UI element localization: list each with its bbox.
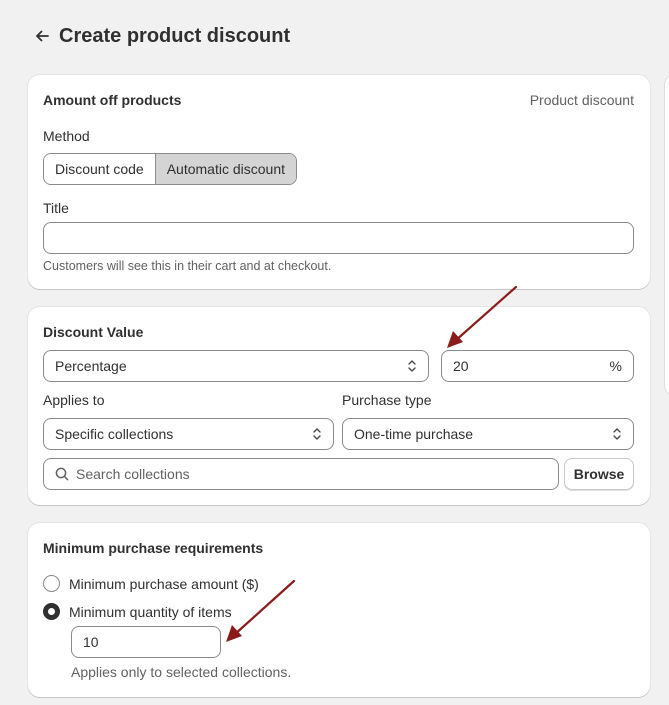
purchase-type-label: Purchase type bbox=[342, 392, 432, 408]
method-label: Method bbox=[43, 128, 90, 144]
title-help-text: Customers will see this in their cart an… bbox=[43, 259, 332, 273]
title-label: Title bbox=[43, 200, 69, 216]
browse-button[interactable]: Browse bbox=[564, 458, 634, 490]
value-type-select[interactable]: Percentage bbox=[43, 350, 429, 382]
discount-code-button[interactable]: Discount code bbox=[44, 154, 155, 184]
select-chevrons-icon bbox=[408, 360, 416, 372]
min-amount-option[interactable]: Minimum purchase amount ($) bbox=[43, 575, 259, 592]
value-type-value: Percentage bbox=[55, 358, 127, 374]
amount-off-products-card: Amount off products Product discount Met… bbox=[28, 75, 650, 289]
card-title: Amount off products bbox=[43, 92, 182, 108]
side-panel-edge bbox=[665, 75, 669, 395]
minimum-requirements-card: Minimum purchase requirements Minimum pu… bbox=[28, 523, 650, 697]
radio-checked[interactable] bbox=[43, 603, 60, 620]
min-amount-label: Minimum purchase amount ($) bbox=[69, 575, 259, 592]
select-chevrons-icon bbox=[313, 428, 321, 440]
min-quantity-help-text: Applies only to selected collections. bbox=[71, 664, 292, 680]
page-header: Create product discount bbox=[28, 22, 290, 50]
method-segmented-control: Discount code Automatic discount bbox=[43, 153, 298, 185]
discount-value-card: Discount Value Percentage 20 % Applies t… bbox=[28, 307, 650, 505]
card-title: Discount Value bbox=[43, 324, 144, 340]
applies-to-select[interactable]: Specific collections bbox=[43, 418, 334, 450]
radio-unchecked[interactable] bbox=[43, 575, 60, 592]
card-title: Minimum purchase requirements bbox=[43, 540, 264, 556]
discount-amount-value: 20 bbox=[453, 358, 469, 374]
discount-type-label: Product discount bbox=[529, 92, 634, 108]
arrow-left-icon bbox=[36, 30, 49, 42]
min-quantity-label: Minimum quantity of items bbox=[69, 603, 232, 620]
min-quantity-value: 10 bbox=[83, 634, 99, 650]
select-chevrons-icon bbox=[613, 428, 621, 440]
search-collections-input[interactable]: Search collections bbox=[43, 458, 559, 490]
back-button[interactable] bbox=[28, 22, 56, 50]
applies-to-label: Applies to bbox=[43, 392, 105, 408]
page-title: Create product discount bbox=[59, 24, 291, 47]
purchase-type-value: One-time purchase bbox=[354, 426, 474, 442]
discount-amount-input[interactable]: 20 % bbox=[441, 350, 634, 382]
search-icon bbox=[55, 467, 69, 481]
search-placeholder: Search collections bbox=[76, 466, 190, 482]
percent-suffix: % bbox=[609, 358, 622, 374]
automatic-discount-button[interactable]: Automatic discount bbox=[154, 154, 297, 184]
title-input[interactable] bbox=[43, 222, 634, 254]
min-quantity-option[interactable]: Minimum quantity of items bbox=[43, 603, 232, 620]
applies-to-value: Specific collections bbox=[55, 426, 174, 442]
purchase-type-select[interactable]: One-time purchase bbox=[342, 418, 634, 450]
min-quantity-input[interactable]: 10 bbox=[71, 626, 221, 658]
